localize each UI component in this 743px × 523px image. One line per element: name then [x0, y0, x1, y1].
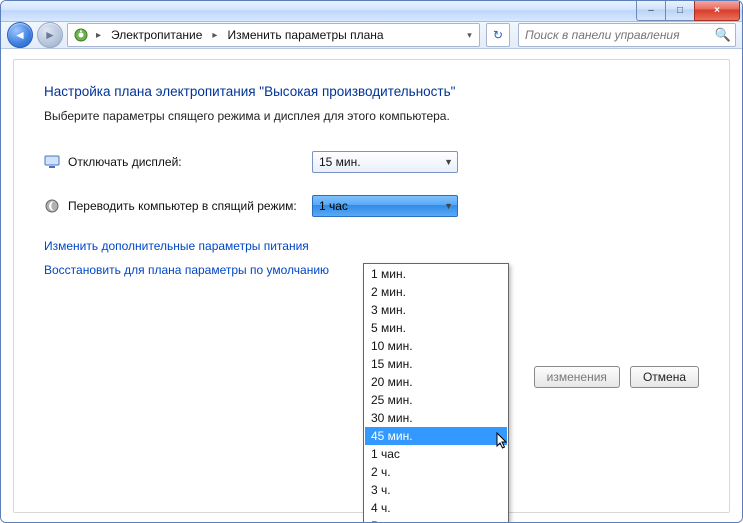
navbar: ◄ ► ▸ Электропитание ▸ Изменить параметр… — [1, 22, 742, 49]
chevron-down-icon: ▼ — [444, 201, 453, 211]
dropdown-option[interactable]: 1 час — [365, 445, 507, 463]
label-sleep: Переводить компьютер в спящий режим: — [44, 198, 312, 214]
search-icon: 🔍 — [715, 27, 731, 43]
row-sleep: Переводить компьютер в спящий режим: 1 ч… — [44, 195, 699, 217]
combo-value: 1 час — [319, 199, 348, 213]
label-text: Отключать дисплей: — [68, 155, 182, 169]
titlebar: – □ × — [1, 1, 742, 22]
link-advanced-settings[interactable]: Изменить дополнительные параметры питани… — [44, 239, 699, 253]
chevron-down-icon: ▼ — [444, 157, 453, 167]
chevron-right-icon: ▸ — [208, 30, 221, 41]
label-display-off: Отключать дисплей: — [44, 154, 312, 170]
dropdown-option[interactable]: 1 мин. — [365, 265, 507, 283]
monitor-icon — [44, 154, 60, 170]
combo-sleep[interactable]: 1 час ▼ — [312, 195, 458, 217]
breadcrumb-dropdown-button[interactable]: ▾ — [461, 24, 477, 46]
search-box[interactable]: 🔍 — [518, 23, 736, 47]
breadcrumb[interactable]: ▸ Электропитание ▸ Изменить параметры пл… — [67, 23, 480, 47]
dropdown-option[interactable]: 45 мин. — [365, 427, 507, 445]
combo-display-off[interactable]: 15 мин. ▼ — [312, 151, 458, 173]
moon-icon — [44, 198, 60, 214]
nav-forward-button[interactable]: ► — [37, 22, 63, 48]
chevron-right-icon: ▸ — [92, 30, 105, 41]
close-button[interactable]: × — [694, 1, 740, 21]
dropdown-option[interactable]: 5 ч. — [365, 517, 507, 523]
back-arrow-icon: ◄ — [14, 28, 26, 42]
dropdown-option[interactable]: 5 мин. — [365, 319, 507, 337]
breadcrumb-root[interactable]: Электропитание — [105, 24, 208, 46]
combo-value: 15 мин. — [319, 155, 361, 169]
save-button[interactable]: изменения — [534, 366, 620, 388]
dropdown-option[interactable]: 2 ч. — [365, 463, 507, 481]
label-text: Переводить компьютер в спящий режим: — [68, 199, 297, 213]
content-area: Настройка плана электропитания "Высокая … — [1, 49, 742, 523]
dropdown-option[interactable]: 3 ч. — [365, 481, 507, 499]
search-input[interactable] — [523, 27, 715, 43]
dropdown-option[interactable]: 10 мин. — [365, 337, 507, 355]
button-row: изменения Отмена — [534, 366, 699, 388]
dropdown-option[interactable]: 4 ч. — [365, 499, 507, 517]
settings-panel: Настройка плана электропитания "Высокая … — [13, 59, 730, 513]
dropdown-option[interactable]: 20 мин. — [365, 373, 507, 391]
forward-arrow-icon: ► — [44, 28, 56, 42]
minimize-button[interactable]: – — [636, 1, 666, 21]
dropdown-option[interactable]: 3 мин. — [365, 301, 507, 319]
row-display-off: Отключать дисплей: 15 мин. ▼ — [44, 151, 699, 173]
window-controls: – □ × — [637, 1, 740, 21]
cancel-button[interactable]: Отмена — [630, 366, 699, 388]
nav-back-button[interactable]: ◄ — [7, 22, 33, 48]
dropdown-option[interactable]: 15 мин. — [365, 355, 507, 373]
power-plan-icon — [72, 26, 90, 44]
page-title: Настройка плана электропитания "Высокая … — [44, 84, 699, 99]
page-subtitle: Выберите параметры спящего режима и дисп… — [44, 109, 699, 123]
dropdown-option[interactable]: 30 мин. — [365, 409, 507, 427]
dropdown-option[interactable]: 25 мин. — [365, 391, 507, 409]
dropdown-option[interactable]: 2 мин. — [365, 283, 507, 301]
refresh-icon: ↻ — [493, 28, 503, 42]
breadcrumb-page[interactable]: Изменить параметры плана — [221, 24, 389, 46]
window-frame: – □ × ◄ ► ▸ Электропитание ▸ Изменить па… — [0, 0, 743, 523]
maximize-button[interactable]: □ — [665, 1, 695, 21]
dropdown-sleep-options[interactable]: 1 мин.2 мин.3 мин.5 мин.10 мин.15 мин.20… — [363, 263, 509, 523]
refresh-button[interactable]: ↻ — [486, 23, 510, 47]
